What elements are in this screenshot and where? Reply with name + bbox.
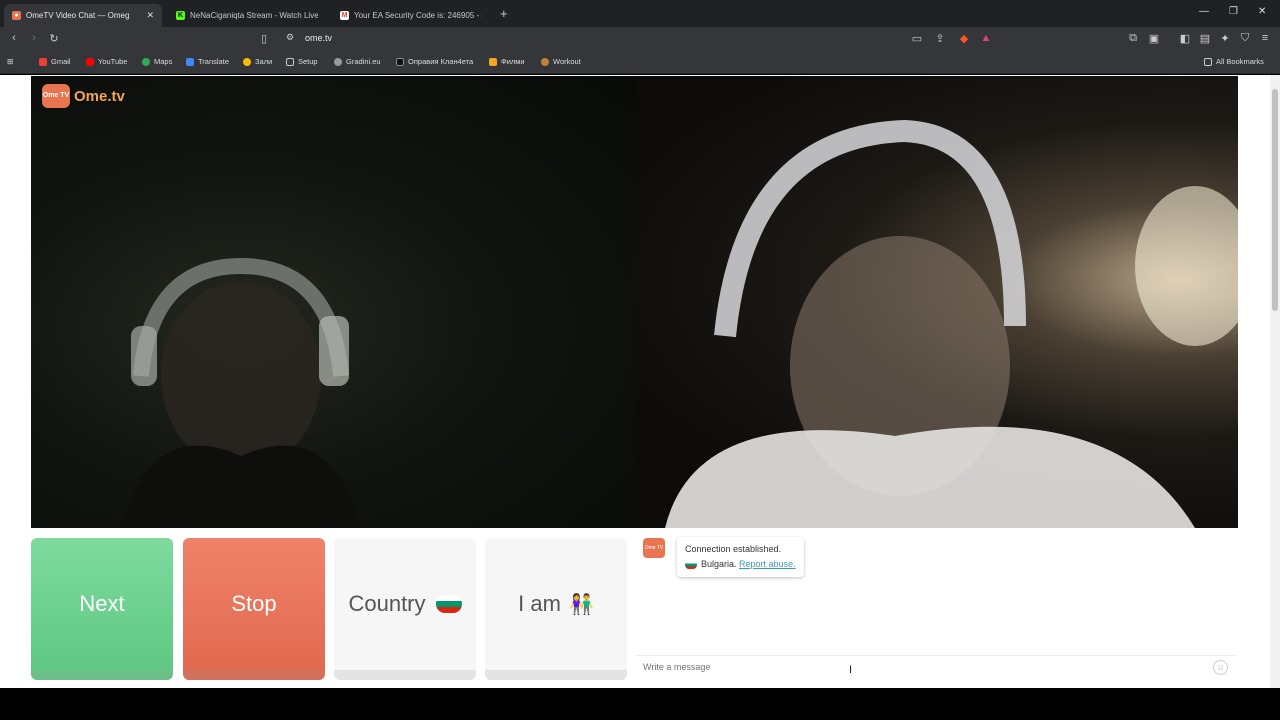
youtube-icon (86, 57, 94, 66)
stop-button[interactable]: Stop (183, 538, 325, 680)
stranger-video-figure (665, 119, 1238, 528)
tab-title: NeNaCiganiqta Stream - Watch Live (190, 11, 318, 20)
tab-title: OmeTV Video Chat — Omeg (26, 11, 130, 20)
bookmark-setup[interactable]: Setup (286, 57, 318, 66)
country-button[interactable]: Country (334, 538, 476, 680)
folder-icon (1204, 57, 1212, 66)
tab-strip: ● OmeTV Video Chat — Omeg ✕ K NeNaCigani… (0, 0, 1280, 27)
maps-icon (142, 57, 150, 66)
tab-kick[interactable]: K NeNaCiganiqta Stream - Watch Live (168, 4, 326, 27)
back-icon[interactable]: ‹ (7, 32, 21, 44)
local-video (31, 76, 635, 528)
couple-icon: 👫 (568, 593, 594, 616)
next-button[interactable]: Next (31, 538, 173, 680)
address-bar[interactable]: ome.tv (305, 33, 332, 43)
message-input[interactable] (641, 661, 1201, 673)
bookmark-youtube[interactable]: YouTube (86, 57, 127, 66)
bookmark-maps[interactable]: Maps (142, 57, 172, 66)
browser-toolbar: ‹ › ↻ ▯ ⚙ ome.tv ▭ ⇪ ◆ ▲ ⧉ ▣ ◧ ▤ ✦ ⛉ ≡ (0, 27, 1280, 52)
apps-icon[interactable]: ⊞ (7, 57, 13, 66)
close-window-icon[interactable]: ✕ (1258, 6, 1266, 17)
tab-gmail[interactable]: M Your EA Security Code is: 246905 - ne (332, 4, 490, 27)
bottom-bar (0, 688, 1280, 720)
tab-title: Your EA Security Code is: 246905 - ne (354, 11, 482, 20)
system-message: Connection established. Bulgaria. Report… (677, 537, 804, 577)
gmail-icon: M (340, 11, 349, 20)
bookmark-filmi[interactable]: Филми (489, 57, 525, 66)
local-video-figure (121, 257, 361, 528)
connection-status: Connection established. (685, 544, 782, 554)
bulgaria-flag-icon (685, 560, 697, 569)
vpn-icon[interactable]: ⛉ (1238, 32, 1252, 45)
site-info-icon[interactable]: ⚙ (283, 32, 297, 43)
workout-icon (541, 57, 549, 66)
kick-icon: K (176, 11, 185, 20)
bookmark-klan4eta[interactable]: Оправия Клан4ета (396, 57, 473, 66)
bookmark-icon[interactable]: ▯ (257, 32, 271, 45)
tab-ometv[interactable]: ● OmeTV Video Chat — Omeg ✕ (4, 4, 162, 27)
country-line: Bulgaria. Report abuse. (685, 557, 796, 572)
bookmark-gmail[interactable]: Gmail (39, 57, 71, 66)
google-icon (243, 57, 251, 66)
omegle-icon: ● (12, 11, 21, 20)
close-icon[interactable]: ✕ (146, 10, 154, 21)
tab-search-icon[interactable]: ▣ (1147, 32, 1161, 45)
bookmark-workout[interactable]: Workout (541, 57, 581, 66)
forward-icon[interactable]: › (27, 32, 41, 44)
site-icon (396, 57, 404, 66)
all-bookmarks[interactable]: All Bookmarks (1204, 57, 1264, 66)
ometv-tv-icon: Ome TV (42, 84, 70, 108)
report-abuse-link[interactable]: Report abuse. (739, 559, 796, 569)
folder-icon (286, 57, 294, 66)
stranger-video (635, 76, 1238, 528)
translate-icon (186, 57, 194, 66)
page-scrollbar[interactable] (1270, 75, 1280, 688)
bulgaria-flag-icon (435, 595, 462, 613)
sidebar-icon[interactable]: ◧ (1178, 32, 1192, 45)
chat-panel: Ome TV Connection established. Bulgaria.… (635, 528, 1238, 680)
text-cursor-icon: I (849, 664, 853, 676)
ometv-logo[interactable]: Ome TV Ome.tv (42, 84, 125, 108)
film-icon (489, 57, 497, 66)
cast-icon[interactable]: ▭ (910, 32, 924, 45)
globe-icon (334, 57, 342, 66)
menu-icon[interactable]: ≡ (1258, 32, 1272, 44)
gmail-icon (39, 57, 47, 66)
wallet-icon[interactable]: ▤ (1198, 32, 1212, 45)
scrollbar-thumb[interactable] (1272, 89, 1278, 311)
leo-icon[interactable]: ✦ (1218, 32, 1232, 45)
ometv-avatar-icon: Ome TV (643, 538, 665, 558)
ometv-wordmark: Ome.tv (74, 87, 125, 105)
minimize-icon[interactable]: — (1199, 6, 1209, 17)
bookmark-zali[interactable]: Зали (243, 57, 272, 66)
message-bar: ☺ (635, 655, 1238, 680)
new-tab-icon[interactable]: + (500, 6, 508, 21)
bookmark-gradini[interactable]: Gradini.eu (334, 57, 381, 66)
gender-button[interactable]: I am 👫 (485, 538, 627, 680)
brave-shield-icon[interactable]: ◆ (957, 32, 971, 45)
reload-icon[interactable]: ↻ (47, 32, 61, 45)
emoji-icon[interactable]: ☺ (1213, 660, 1228, 675)
share-icon[interactable]: ⇪ (933, 32, 947, 45)
rewards-icon[interactable]: ▲ (979, 32, 993, 44)
bookmark-translate[interactable]: Translate (186, 57, 229, 66)
restore-icon[interactable]: ❐ (1229, 6, 1238, 17)
extensions-icon[interactable]: ⧉ (1126, 32, 1140, 45)
bookmarks-bar: ⊞ Gmail YouTube Maps Translate Зали Setu… (0, 52, 1280, 74)
